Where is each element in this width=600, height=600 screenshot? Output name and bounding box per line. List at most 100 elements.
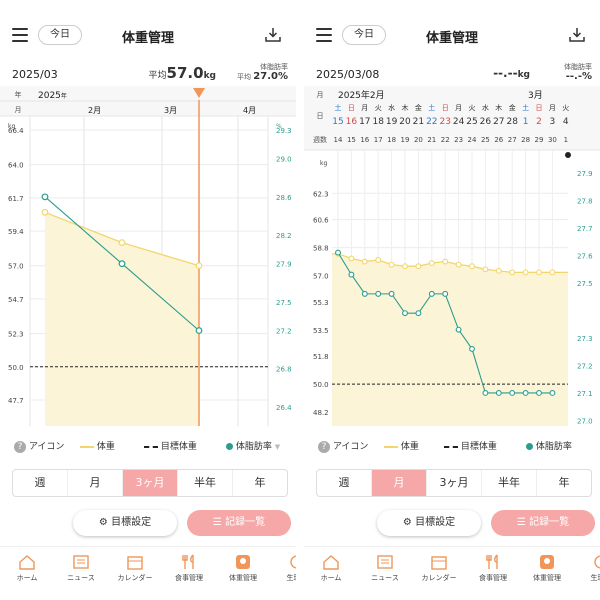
period-halfyear[interactable]: 半年 [482, 470, 537, 496]
fork-knife-icon [486, 554, 498, 569]
weight-point [455, 261, 462, 268]
download-icon[interactable] [568, 26, 586, 44]
help-icon[interactable]: ? [14, 440, 26, 453]
nav-calendar[interactable]: カレンダー [412, 553, 466, 583]
list-icon: ☰ [212, 517, 222, 528]
day-label: 17 [359, 117, 370, 127]
nav-news[interactable]: ニュース [358, 553, 412, 583]
period-week[interactable]: 週 [13, 470, 68, 496]
record-list-button[interactable]: ☰ 記録一覧 [491, 510, 595, 536]
week-label: 25 [481, 136, 490, 144]
month-label-feb: 2月 [88, 106, 101, 115]
page-title: 体重管理 [425, 31, 478, 46]
header: 今日 体重管理 [0, 0, 296, 64]
period-halfyear[interactable]: 半年 [178, 470, 233, 496]
nav-news[interactable]: ニュース [54, 553, 108, 583]
home-icon [19, 555, 35, 570]
week-label: 24 [468, 136, 477, 144]
y2-tick-label: 27.2 [577, 362, 593, 370]
fat-point [335, 249, 341, 256]
legend-icon-label: アイコン [28, 442, 65, 452]
scroll-indicator [565, 152, 571, 158]
y-tick-label: 53.5 [313, 327, 329, 335]
download-icon[interactable] [264, 26, 282, 44]
nav-period[interactable]: 生理日 [574, 553, 600, 583]
fat-point [118, 260, 126, 268]
y2-tick-label: 27.8 [577, 197, 593, 205]
weight-point [522, 269, 529, 276]
nav-period[interactable]: 生理日 [270, 553, 296, 583]
weekday-label: 月 [361, 104, 368, 112]
period-year[interactable]: 年 [537, 470, 591, 496]
chevron-down-icon[interactable]: ▼ [275, 443, 280, 451]
period-year[interactable]: 年 [233, 470, 287, 496]
day-label: 1 [523, 117, 529, 127]
day-label: 23 [439, 117, 450, 127]
week-label: 16 [360, 136, 369, 144]
week-label: 17 [374, 136, 383, 144]
nav-weight[interactable]: 体重管理 [520, 553, 574, 583]
y2-tick-label: 27.6 [577, 252, 593, 260]
nav-meal[interactable]: 食事管理 [466, 553, 520, 583]
weekday-label: 日 [536, 104, 543, 112]
weight-point [402, 263, 408, 270]
weight-chart[interactable]: 月 日 週数 2025年2月 3月 土1514日1615月1716火1817水1… [304, 86, 600, 432]
fat-point [536, 390, 542, 396]
y-tick-label: 50.0 [313, 381, 329, 389]
weight-point [375, 257, 382, 263]
target-line-swatch [144, 445, 158, 448]
y2-tick-label: 26.8 [276, 366, 292, 374]
weekday-label: 火 [375, 104, 382, 112]
y2-tick-label: 27.2 [276, 328, 292, 336]
gear-icon: ⚙ [402, 517, 412, 528]
day-label: 24 [453, 117, 465, 127]
fat-point [469, 345, 475, 352]
screen-3month: 今日 体重管理 2025/03 平均57.0kg 体脂肪率 平均 27.0% 年 … [0, 0, 296, 600]
day-row-label: 日 [317, 112, 324, 120]
week-label: 1 [564, 136, 568, 144]
nav-weight[interactable]: 体重管理 [216, 553, 270, 583]
record-list-button[interactable]: ☰ 記録一覧 [187, 510, 291, 536]
period-3month[interactable]: 3ヶ月 [123, 470, 178, 496]
average-weight: 平均57.0kg [148, 64, 216, 82]
y2-tick-label: 27.1 [577, 390, 593, 398]
weekday-label: 木 [495, 103, 502, 112]
fat-point [428, 290, 435, 297]
y-tick-label: 54.7 [8, 296, 24, 304]
period-3month[interactable]: 3ヶ月 [427, 470, 482, 496]
nav-calendar[interactable]: カレンダー [108, 553, 162, 583]
y-tick-label: 57.0 [8, 263, 24, 271]
y2-tick-label: 27.5 [276, 299, 292, 307]
weight-point [509, 269, 516, 276]
weight-area [332, 253, 568, 426]
period-selector: 週 月 3ヶ月 半年 年 [12, 469, 288, 497]
nav-meal[interactable]: 食事管理 [162, 553, 216, 583]
summary-bar: 2025/03/08 --.--kg 体脂肪率 --.-% [304, 63, 600, 88]
y-tick-label: 47.7 [8, 397, 24, 405]
weight-chart[interactable]: 年 月 2025年 2月 3月 4月 kg % 66.464.061.759.4… [0, 86, 296, 432]
period-month[interactable]: 月 [68, 470, 123, 496]
week-label: 15 [347, 136, 356, 144]
nav-home[interactable]: ホーム [0, 553, 54, 583]
month-label-apr: 4月 [243, 106, 256, 115]
goal-setting-button[interactable]: ⚙ 目標設定 [377, 510, 481, 536]
day-label: 25 [466, 117, 477, 127]
fat-dot-swatch [226, 443, 233, 450]
goal-setting-button[interactable]: ⚙ 目標設定 [73, 510, 177, 536]
y-tick-label: 62.3 [313, 190, 329, 198]
day-label: 22 [426, 117, 437, 127]
week-label: 20 [414, 136, 423, 144]
period-month[interactable]: 月 [372, 470, 427, 496]
scale-icon [236, 555, 250, 569]
week-label: 22 [441, 136, 450, 144]
legend-fat: 体脂肪率 [535, 442, 572, 452]
list-icon: ☰ [516, 517, 526, 528]
y2-tick-label: 29.0 [276, 156, 292, 164]
y-tick-label: 66.4 [8, 127, 24, 135]
help-icon[interactable]: ? [318, 440, 330, 453]
y2-tick-label: 27.9 [276, 261, 292, 269]
period-week[interactable]: 週 [317, 470, 372, 496]
weekday-label: 水 [482, 103, 489, 112]
nav-home[interactable]: ホーム [304, 553, 358, 583]
day-label: 28 [506, 117, 518, 127]
